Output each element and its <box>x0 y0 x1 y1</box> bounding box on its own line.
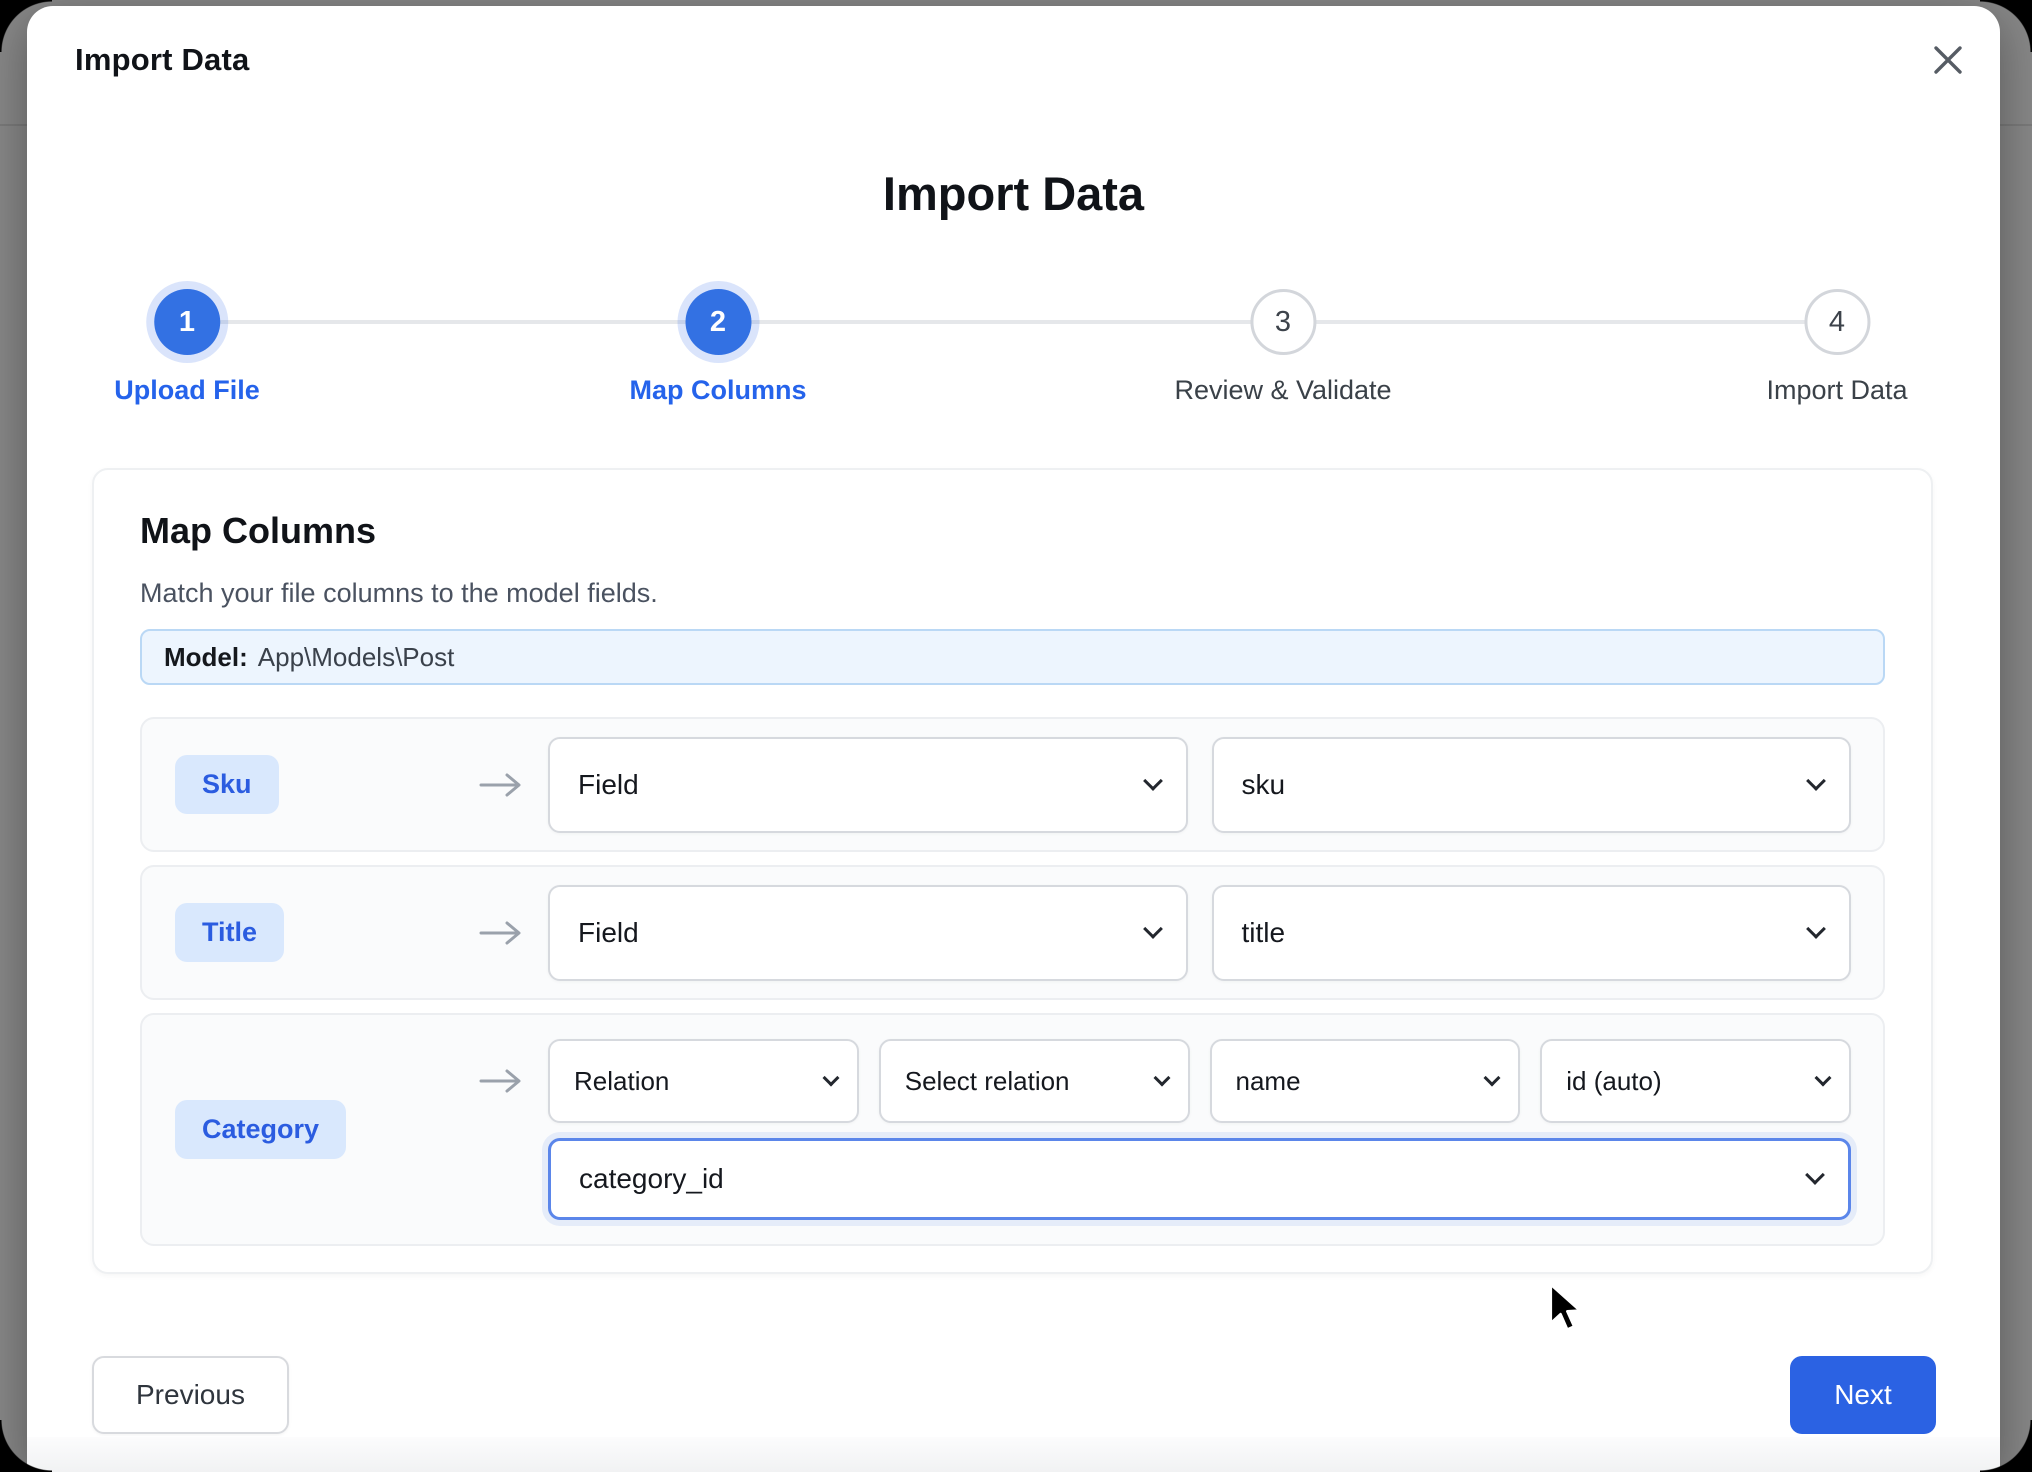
page-title: Import Data <box>27 166 2000 221</box>
map-columns-card: Map Columns Match your file columns to t… <box>92 468 1933 1274</box>
screen-corner <box>0 0 52 52</box>
model-info-bar: Model: App\Models\Post <box>140 629 1885 685</box>
screen: Import Data Import Data 1 Upload File 2 … <box>0 0 2032 1472</box>
step-label: Import Data <box>1766 375 1907 406</box>
mapping-type-value: Relation <box>574 1066 669 1097</box>
screen-corner <box>1980 0 2032 52</box>
chevron-down-icon <box>1153 1070 1170 1087</box>
mapping-type-select[interactable]: Field <box>548 885 1188 981</box>
target-field-value: title <box>1242 917 1286 949</box>
chevron-down-icon <box>1143 771 1163 791</box>
column-pill: Category <box>175 1100 346 1159</box>
model-label: Model: <box>164 642 248 673</box>
mapping-row-category: Category Relation <box>140 1013 1885 1246</box>
relation-value: Select relation <box>905 1066 1070 1097</box>
target-field-select[interactable]: title <box>1212 885 1852 981</box>
previous-button[interactable]: Previous <box>92 1356 289 1434</box>
step-circle[interactable]: 3 <box>1250 289 1316 355</box>
card-heading: Map Columns <box>140 510 1885 552</box>
step-label: Map Columns <box>629 375 806 406</box>
arrow-right-icon <box>478 918 522 948</box>
mapping-type-value: Field <box>578 769 639 801</box>
chevron-down-icon <box>1805 1165 1825 1185</box>
import-data-modal: Import Data Import Data 1 Upload File 2 … <box>27 6 2000 1472</box>
step-label: Upload File <box>114 375 260 406</box>
chevron-down-icon <box>1484 1070 1501 1087</box>
foreign-key-value: category_id <box>579 1163 724 1195</box>
arrow-right-icon <box>478 770 522 800</box>
mapping-row-title: Title Field title <box>140 865 1885 1000</box>
step-import-data[interactable]: 4 Import Data <box>1766 289 1907 406</box>
display-field-value: name <box>1236 1066 1301 1097</box>
column-pill-zone: Sku <box>175 755 478 814</box>
next-button[interactable]: Next <box>1790 1356 1936 1434</box>
modal-title: Import Data <box>75 42 249 78</box>
arrow-right-icon <box>478 1066 522 1096</box>
column-pill-zone: Title <box>175 903 478 962</box>
foreign-key-select[interactable]: category_id <box>548 1138 1851 1220</box>
column-pill: Sku <box>175 755 279 814</box>
mapping-type-select[interactable]: Relation <box>548 1039 859 1123</box>
column-pill: Title <box>175 903 284 962</box>
step-map-columns[interactable]: 2 Map Columns <box>629 289 806 406</box>
display-field-select[interactable]: name <box>1210 1039 1521 1123</box>
step-circle[interactable]: 4 <box>1804 289 1870 355</box>
step-circle[interactable]: 1 <box>154 289 220 355</box>
card-description: Match your file columns to the model fie… <box>140 578 1885 609</box>
relation-select[interactable]: Select relation <box>879 1039 1190 1123</box>
chevron-down-icon <box>822 1070 839 1087</box>
step-review-validate[interactable]: 3 Review & Validate <box>1174 289 1391 406</box>
chevron-down-icon <box>1815 1070 1832 1087</box>
stepper-connector <box>187 320 1837 324</box>
mapping-row-sku: Sku Field sku <box>140 717 1885 852</box>
mapping-type-value: Field <box>578 917 639 949</box>
close-icon <box>1927 39 1969 81</box>
mapping-rows: Sku Field sku <box>140 717 1885 1246</box>
key-field-select[interactable]: id (auto) <box>1540 1039 1851 1123</box>
key-field-value: id (auto) <box>1566 1066 1661 1097</box>
target-field-select[interactable]: sku <box>1212 737 1852 833</box>
chevron-down-icon <box>1806 919 1826 939</box>
chevron-down-icon <box>1806 771 1826 791</box>
mapping-type-select[interactable]: Field <box>548 737 1188 833</box>
step-label: Review & Validate <box>1174 375 1391 406</box>
screen-corner <box>0 1420 52 1472</box>
mouse-cursor <box>1546 1282 1584 1336</box>
model-value: App\Models\Post <box>258 642 455 673</box>
modal-footer-band <box>27 1437 2000 1472</box>
target-field-value: sku <box>1242 769 1286 801</box>
background-page-edge <box>0 124 28 126</box>
step-circle[interactable]: 2 <box>685 289 751 355</box>
column-pill-zone: Category <box>175 1100 478 1159</box>
chevron-down-icon <box>1143 919 1163 939</box>
step-upload-file[interactable]: 1 Upload File <box>114 289 260 406</box>
close-button[interactable] <box>1920 32 1976 88</box>
background-page-edge <box>1999 124 2032 126</box>
screen-corner <box>1980 1420 2032 1472</box>
